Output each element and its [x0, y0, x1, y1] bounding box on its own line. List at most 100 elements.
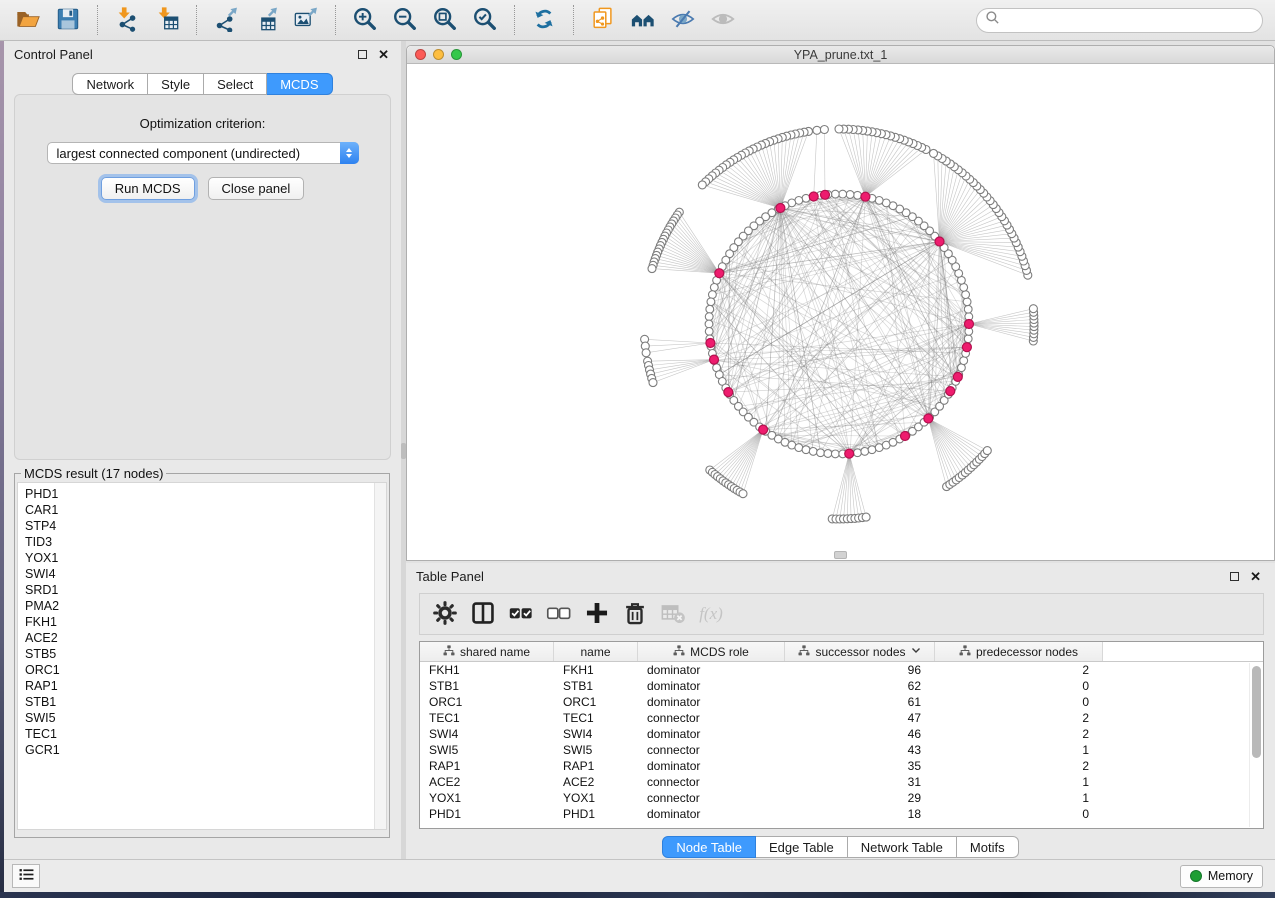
dominator-node[interactable]	[706, 339, 715, 348]
mcds-result-item[interactable]: SRD1	[25, 582, 372, 598]
dominator-node[interactable]	[821, 190, 830, 199]
satellite-node[interactable]	[820, 126, 828, 134]
network-from-selection-button[interactable]	[588, 5, 618, 35]
table-scrollbar[interactable]	[1249, 663, 1262, 827]
show-columns-button[interactable]	[468, 599, 498, 629]
zoom-out-button[interactable]	[390, 5, 420, 35]
tab-style[interactable]: Style	[148, 73, 204, 95]
table-tab-edge-table[interactable]: Edge Table	[756, 836, 848, 858]
mcds-result-item[interactable]: PMA2	[25, 598, 372, 614]
hide-selected-button[interactable]	[668, 5, 698, 35]
circle-node[interactable]	[817, 449, 825, 457]
table-tab-network-table[interactable]: Network Table	[848, 836, 957, 858]
table-row[interactable]: SWI4SWI4dominator462	[420, 726, 1263, 742]
circle-node[interactable]	[809, 448, 817, 456]
table-row[interactable]: STB1STB1dominator620	[420, 678, 1263, 694]
float-table-panel-icon[interactable]	[1230, 572, 1239, 581]
import-table-button[interactable]	[152, 5, 182, 35]
dominator-node[interactable]	[715, 269, 724, 278]
mcds-result-item[interactable]: ACE2	[25, 630, 372, 646]
table-tab-motifs[interactable]: Motifs	[957, 836, 1019, 858]
automation-panel-button[interactable]	[12, 864, 40, 888]
zoom-selected-button[interactable]	[470, 5, 500, 35]
table-row[interactable]: RAP1RAP1dominator352	[420, 758, 1263, 774]
table-tab-node-table[interactable]: Node Table	[662, 836, 756, 858]
column-header-predecessor-nodes[interactable]: predecessor nodes	[935, 642, 1103, 661]
mcds-result-item[interactable]: TID3	[25, 534, 372, 550]
select-all-columns-button[interactable]	[506, 599, 536, 629]
import-network-button[interactable]	[112, 5, 142, 35]
mcds-result-item[interactable]: STP4	[25, 518, 372, 534]
table-row[interactable]: TEC1TEC1connector472	[420, 710, 1263, 726]
column-header-name[interactable]: name	[554, 642, 638, 661]
mcds-result-item[interactable]: TEC1	[25, 726, 372, 742]
criterion-select[interactable]: largest connected component (undirected)	[47, 142, 359, 164]
table-settings-button[interactable]	[430, 599, 460, 629]
dominator-node[interactable]	[901, 432, 910, 441]
circle-node[interactable]	[709, 291, 717, 299]
satellite-node[interactable]	[835, 125, 843, 133]
mcds-list-scrollbar[interactable]	[374, 483, 386, 829]
dominator-node[interactable]	[965, 320, 974, 329]
circle-node[interactable]	[963, 298, 971, 306]
dominator-node[interactable]	[759, 425, 768, 434]
dominator-node[interactable]	[924, 414, 933, 423]
canvas-splitter-grip[interactable]	[834, 551, 847, 559]
satellite-node[interactable]	[642, 349, 650, 357]
circle-node[interactable]	[824, 450, 832, 458]
circle-node[interactable]	[795, 444, 803, 452]
mcds-result-item[interactable]: SWI5	[25, 710, 372, 726]
mcds-result-item[interactable]: ORC1	[25, 662, 372, 678]
circle-node[interactable]	[960, 357, 968, 365]
circle-node[interactable]	[705, 320, 713, 328]
satellite-node[interactable]	[739, 490, 747, 498]
first-neighbors-button[interactable]	[628, 5, 658, 35]
search-input[interactable]	[1000, 12, 1254, 28]
circle-node[interactable]	[802, 446, 810, 454]
mcds-result-item[interactable]: STB1	[25, 694, 372, 710]
circle-node[interactable]	[964, 305, 972, 313]
mcds-result-item[interactable]: GCR1	[25, 742, 372, 758]
circle-node[interactable]	[705, 328, 713, 336]
apply-layout-button[interactable]	[529, 5, 559, 35]
zoom-fit-button[interactable]	[430, 5, 460, 35]
circle-node[interactable]	[846, 191, 854, 199]
network-canvas[interactable]	[407, 64, 1274, 560]
tab-network[interactable]: Network	[72, 73, 148, 95]
dominator-node[interactable]	[935, 237, 944, 246]
float-panel-icon[interactable]	[358, 50, 367, 59]
satellite-node[interactable]	[930, 149, 938, 157]
circle-node[interactable]	[710, 284, 718, 292]
circle-node[interactable]	[868, 446, 876, 454]
dominator-node[interactable]	[946, 387, 955, 396]
dominator-node[interactable]	[809, 192, 818, 201]
satellite-node[interactable]	[983, 447, 991, 455]
dominator-node[interactable]	[724, 388, 733, 397]
circle-node[interactable]	[831, 190, 839, 198]
run-mcds-button[interactable]: Run MCDS	[101, 177, 195, 200]
mcds-result-item[interactable]: YOX1	[25, 550, 372, 566]
mcds-result-item[interactable]: PHD1	[25, 486, 372, 502]
tab-mcds[interactable]: MCDS	[267, 73, 332, 95]
circle-node[interactable]	[875, 197, 883, 205]
dominator-node[interactable]	[953, 372, 962, 381]
circle-node[interactable]	[962, 291, 970, 299]
close-panel-button[interactable]: Close panel	[208, 177, 305, 200]
create-column-button[interactable]	[582, 599, 612, 629]
mcds-result-item[interactable]: STB5	[25, 646, 372, 662]
circle-node[interactable]	[705, 313, 713, 321]
dominator-node[interactable]	[776, 204, 785, 213]
circle-node[interactable]	[839, 190, 847, 198]
dominator-node[interactable]	[710, 355, 719, 364]
memory-button[interactable]: Memory	[1180, 865, 1263, 888]
mcds-result-item[interactable]: SWI4	[25, 566, 372, 582]
dominator-node[interactable]	[861, 192, 870, 201]
circle-node[interactable]	[707, 298, 715, 306]
dominator-node[interactable]	[962, 343, 971, 352]
satellite-node[interactable]	[862, 513, 870, 521]
mcds-result-item[interactable]: RAP1	[25, 678, 372, 694]
table-row[interactable]: PHD1PHD1dominator180	[420, 806, 1263, 822]
tab-select[interactable]: Select	[204, 73, 267, 95]
table-scrollbar-thumb[interactable]	[1252, 666, 1261, 758]
satellite-node[interactable]	[649, 379, 657, 387]
